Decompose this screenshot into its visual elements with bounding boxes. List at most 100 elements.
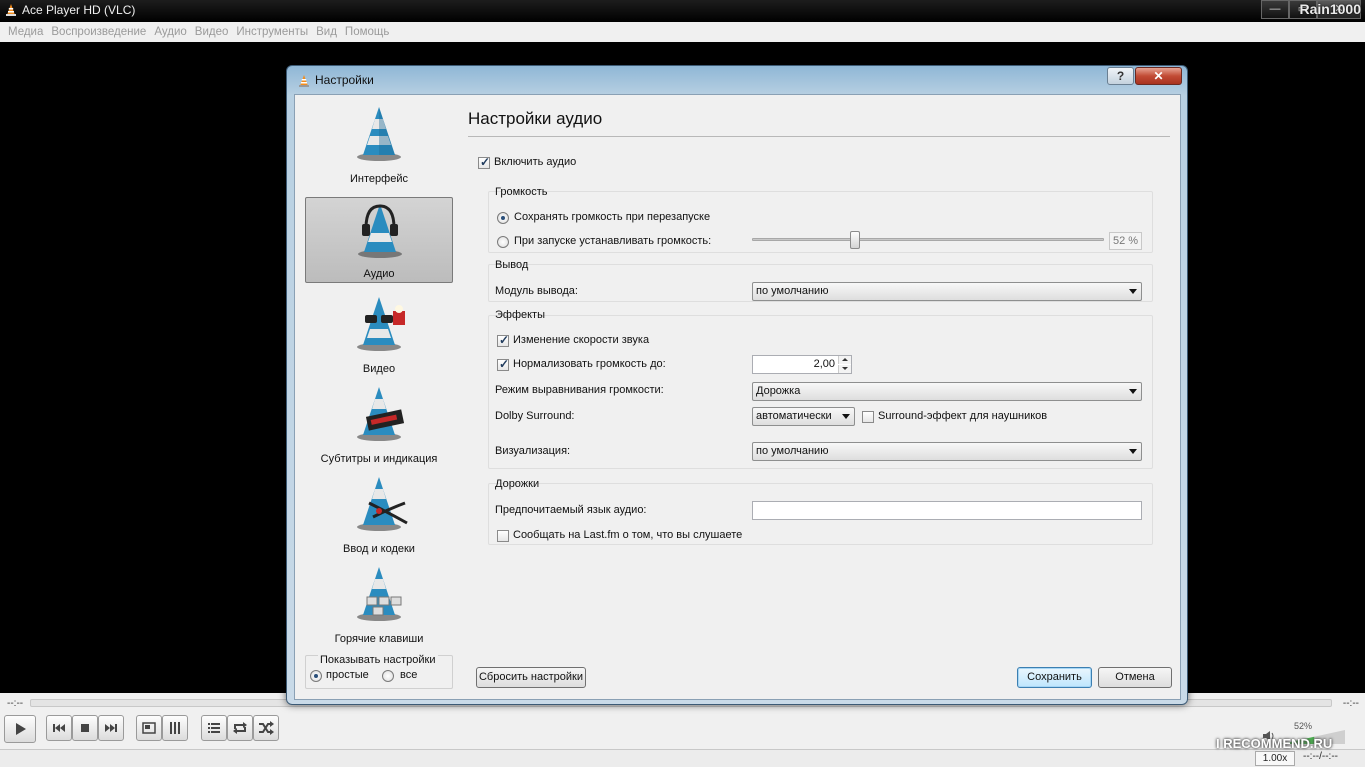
dialog-content: Интерфейс Аудио Видео Субтитры и индикац…: [294, 94, 1181, 700]
normalize-check[interactable]: [497, 357, 509, 372]
lastfm-label: Сообщать на Last.fm о том, что вы слушае…: [513, 529, 743, 541]
reset-preferences-button[interactable]: Сбросить настройки: [476, 667, 586, 688]
status-bar: [0, 749, 1365, 767]
category-video[interactable]: Видео: [305, 291, 453, 377]
spin-down-icon[interactable]: [838, 365, 851, 373]
dolby-label: Dolby Surround:: [495, 410, 575, 422]
category-input-codecs[interactable]: Ввод и кодеки: [305, 471, 453, 557]
category-hotkeys[interactable]: Горячие клавиши: [305, 561, 453, 647]
fullscreen-button[interactable]: [136, 715, 162, 741]
lastfm-checkbox[interactable]: [497, 530, 509, 543]
radio-simple-control[interactable]: [310, 670, 322, 683]
menu-video[interactable]: Видео: [191, 22, 233, 42]
minimize-button[interactable]: —: [1261, 0, 1289, 19]
category-subtitles[interactable]: Субтитры и индикация: [305, 381, 453, 467]
visualization-select[interactable]: по умолчанию: [752, 442, 1142, 461]
pitch-check[interactable]: [497, 333, 509, 348]
headphones-label: Surround-эффект для наушников: [878, 410, 1048, 422]
normalize-checkbox[interactable]: [497, 357, 509, 372]
show-settings-group: Показывать настройки простые все: [305, 654, 453, 689]
loop-icon: [233, 722, 247, 734]
keep-volume-radio[interactable]: [497, 212, 509, 225]
enable-audio-check[interactable]: [478, 155, 490, 170]
video-glasses-cone-icon: [357, 297, 405, 351]
dolby-value: автоматически: [756, 410, 832, 422]
visualization-label: Визуализация:: [495, 445, 571, 457]
extended-settings-icon: [170, 722, 180, 734]
playback-speed[interactable]: 1.00x: [1255, 751, 1295, 766]
output-module-label: Модуль вывода:: [495, 285, 578, 297]
next-button[interactable]: [98, 715, 124, 741]
dolby-select[interactable]: автоматически: [752, 407, 855, 426]
menu-help[interactable]: Помощь: [341, 22, 393, 42]
volume-group-title: Громкость: [495, 186, 548, 198]
category-audio[interactable]: Аудио: [305, 197, 453, 283]
interface-cone-icon: [357, 107, 401, 161]
tracks-group-title: Дорожки: [495, 478, 540, 490]
output-group-title: Вывод: [495, 259, 529, 271]
set-volume-radio[interactable]: [497, 236, 509, 249]
category-interface[interactable]: Интерфейс: [305, 101, 453, 187]
menu-media[interactable]: Медиа: [4, 22, 47, 42]
replaygain-value: Дорожка: [756, 385, 801, 397]
pitch-checkbox[interactable]: [497, 333, 509, 348]
duration-display: --:--/--:--: [1303, 751, 1338, 762]
output-module-value: по умолчанию: [756, 285, 829, 297]
normalize-spinbox[interactable]: 2,00: [752, 355, 852, 374]
save-button[interactable]: Сохранить: [1017, 667, 1092, 688]
output-module-select[interactable]: по умолчанию: [752, 282, 1142, 301]
vlc-cone-icon: [299, 75, 309, 87]
prev-icon: [53, 724, 65, 732]
radio-all-control[interactable]: [382, 670, 394, 683]
help-button[interactable]: ?: [1107, 67, 1134, 85]
stop-button[interactable]: [72, 715, 98, 741]
previous-button[interactable]: [46, 715, 72, 741]
shuffle-button[interactable]: [253, 715, 279, 741]
headphones-checkbox[interactable]: [862, 411, 874, 424]
stop-icon: [81, 724, 89, 732]
volume-slider-thumb[interactable]: [849, 231, 860, 249]
headphones-check[interactable]: [862, 411, 874, 424]
window-title: Ace Player HD (VLC): [22, 3, 136, 17]
category-label: Субтитры и индикация: [320, 453, 438, 465]
radio-simple[interactable]: [310, 670, 322, 683]
loop-button[interactable]: [227, 715, 253, 741]
effects-group-title: Эффекты: [495, 309, 546, 321]
preferred-language-input[interactable]: [752, 501, 1142, 520]
preferred-language-label: Предпочитаемый язык аудио:: [495, 504, 647, 516]
keep-volume-label: Сохранять громкость при перезапуске: [514, 211, 711, 223]
dialog-title: Настройки: [315, 73, 374, 87]
dialog-close-button[interactable]: ✕: [1135, 67, 1182, 85]
window-titlebar: Ace Player HD (VLC) — ▭ ✕ Rain1000: [0, 0, 1365, 22]
play-button[interactable]: [4, 715, 36, 743]
playlist-button[interactable]: [201, 715, 227, 741]
cancel-button[interactable]: Отмена: [1098, 667, 1172, 688]
watermark-recommend: I RECOMMEND.RU: [1216, 736, 1333, 751]
replaygain-label: Режим выравнивания громкости:: [495, 384, 664, 396]
volume-slider-track[interactable]: [752, 238, 1104, 241]
menu-tools[interactable]: Инструменты: [232, 22, 312, 42]
preferences-dialog: Настройки ? ✕ Интерфейс Аудио Видео Субт…: [286, 65, 1188, 705]
category-label: Интерфейс: [350, 173, 408, 185]
extended-settings-button[interactable]: [162, 715, 188, 741]
chevron-down-icon: [1129, 449, 1137, 454]
set-volume-radio-control[interactable]: [497, 236, 509, 249]
audio-headphones-cone-icon: [358, 204, 402, 258]
spin-up-icon[interactable]: [838, 356, 851, 364]
subtitles-display-cone-icon: [357, 387, 405, 441]
enable-audio-checkbox[interactable]: [478, 155, 490, 170]
hotkeys-cone-icon: [357, 567, 402, 621]
category-label: Горячие клавиши: [334, 633, 424, 645]
fullscreen-icon: [142, 722, 156, 734]
next-icon: [105, 724, 117, 732]
radio-simple-label: простые: [326, 669, 369, 681]
menu-view[interactable]: Вид: [312, 22, 341, 42]
keep-volume-radio-control[interactable]: [497, 212, 509, 225]
menu-audio[interactable]: Аудио: [150, 22, 190, 42]
radio-all[interactable]: [382, 670, 394, 683]
menu-playback[interactable]: Воспроизведение: [47, 22, 150, 42]
elapsed-time: --:--: [7, 698, 24, 709]
replaygain-select[interactable]: Дорожка: [752, 382, 1142, 401]
panel-divider: [468, 136, 1170, 137]
lastfm-check[interactable]: [497, 530, 509, 543]
